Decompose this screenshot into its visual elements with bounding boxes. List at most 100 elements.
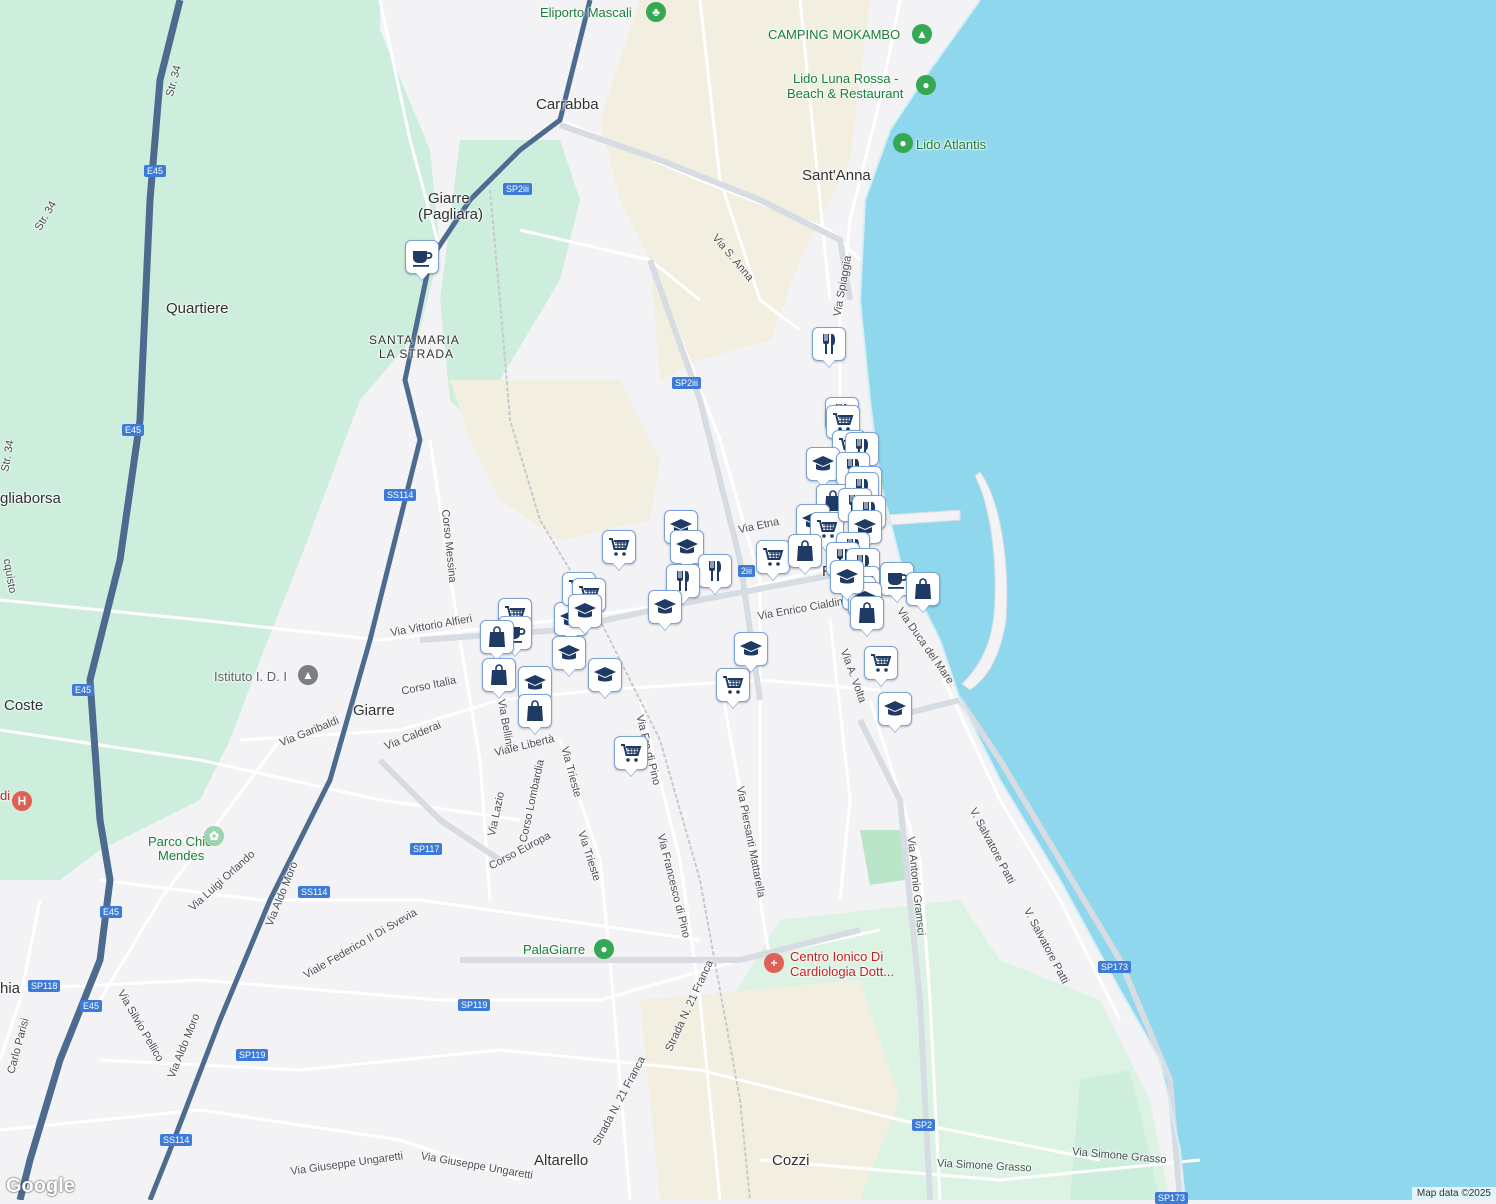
- restaurant-marker[interactable]: [812, 327, 846, 361]
- grocery-icon: [871, 654, 892, 672]
- school-icon: [676, 539, 698, 554]
- restaurant-icon: [709, 561, 721, 581]
- park-icon[interactable]: ✿: [204, 826, 224, 846]
- road-shield: SP173: [1098, 961, 1132, 973]
- poi-label[interactable]: Eliporto Mascali: [540, 5, 632, 20]
- shopping-marker[interactable]: [482, 658, 516, 692]
- tree-icon[interactable]: ♣: [646, 2, 666, 22]
- shopping-icon: [527, 700, 543, 721]
- grocery-marker[interactable]: [864, 646, 898, 680]
- school-marker[interactable]: [734, 632, 768, 666]
- grocery-marker[interactable]: [602, 530, 636, 564]
- shopping-icon: [859, 602, 875, 623]
- road-shield: 2iii: [738, 565, 756, 577]
- school-marker[interactable]: [588, 658, 622, 692]
- town-label: Coste: [4, 697, 44, 714]
- road-shield: SP119: [236, 1049, 269, 1061]
- road-shield: SP118: [28, 980, 61, 992]
- shopping-marker[interactable]: [480, 620, 514, 654]
- school-icon: [524, 675, 546, 690]
- school-marker[interactable]: [648, 590, 682, 624]
- school-icon: [812, 456, 834, 471]
- map-attribution[interactable]: Map data ©2025: [1411, 1187, 1496, 1200]
- town-label: (Pagliara): [418, 206, 484, 223]
- shopping-icon: [491, 664, 507, 685]
- poi-label[interactable]: Cardiologia Dott...: [790, 964, 894, 979]
- restaurant-marker[interactable]: [698, 554, 732, 588]
- school-marker[interactable]: [552, 636, 586, 670]
- school-icon: [884, 701, 906, 716]
- poi-label[interactable]: Istituto I. D. I: [214, 669, 287, 684]
- town-label: LA STRADA: [379, 347, 455, 361]
- grocery-icon: [609, 538, 630, 556]
- grocery-icon: [723, 676, 744, 694]
- school-icon: [654, 599, 676, 614]
- road-shield: E45: [100, 906, 123, 918]
- town-label: SANTA MARIA: [369, 333, 460, 347]
- poi-label[interactable]: Beach & Restaurant: [787, 86, 903, 101]
- stadium-icon[interactable]: ●: [594, 939, 614, 959]
- cafe-icon: [413, 251, 433, 267]
- town-label: hia: [0, 980, 21, 997]
- road-shield: E45: [122, 424, 145, 436]
- grocery-marker[interactable]: [614, 736, 648, 770]
- poi-label[interactable]: Mendes: [158, 848, 204, 863]
- poi-label[interactable]: Lido Luna Rossa -: [793, 71, 899, 86]
- road-shield: SP173: [1155, 1192, 1189, 1204]
- poi-label[interactable]: CAMPING MOKAMBO: [768, 27, 900, 42]
- school-marker[interactable]: [806, 447, 840, 481]
- poi-label[interactable]: di: [0, 788, 10, 803]
- beach-icon[interactable]: ●: [893, 133, 913, 153]
- shopping-marker[interactable]: [906, 572, 940, 606]
- campsite-icon[interactable]: ▲: [912, 24, 932, 44]
- beach-icon[interactable]: ●: [916, 75, 936, 95]
- grocery-marker[interactable]: [716, 668, 750, 702]
- school-icon: [574, 603, 596, 618]
- town-label: Giarre: [353, 702, 395, 719]
- road-shield: E45: [144, 165, 167, 177]
- town-label: gliaborsa: [0, 490, 61, 507]
- road-shield: SP117: [410, 843, 443, 855]
- shopping-icon: [915, 578, 931, 599]
- road-shield: E45: [80, 1000, 103, 1012]
- poi-label[interactable]: Centro Ionico Di: [790, 949, 883, 964]
- town-label: Altarello: [534, 1152, 589, 1169]
- google-logo: Google: [6, 1175, 75, 1197]
- cafe-marker[interactable]: [405, 240, 439, 274]
- restaurant-icon: [823, 334, 835, 354]
- town-label: Cozzi: [772, 1152, 810, 1169]
- map-canvas[interactable]: [0, 0, 1496, 1200]
- school-marker[interactable]: [878, 692, 912, 726]
- school-marker[interactable]: [830, 560, 864, 594]
- road-shield: SS114: [160, 1134, 193, 1146]
- road-shield: SS114: [384, 489, 417, 501]
- shopping-marker[interactable]: [850, 596, 884, 630]
- road-shield: SP2iii: [503, 183, 533, 195]
- school-marker[interactable]: [568, 594, 602, 628]
- school-icon: [740, 641, 762, 656]
- road-shield: SP2iii: [672, 377, 702, 389]
- grocery-icon: [763, 548, 784, 566]
- road-shield: E45: [72, 684, 95, 696]
- town-label: Carrabba: [536, 96, 599, 113]
- town-label: Sant'Anna: [802, 167, 871, 184]
- school-icon: [558, 645, 580, 660]
- school-icon[interactable]: ▲: [298, 665, 318, 685]
- shopping-marker[interactable]: [518, 694, 552, 728]
- road-shield: SP119: [458, 999, 491, 1011]
- school-icon: [836, 569, 858, 584]
- town-label: Quartiere: [166, 300, 229, 317]
- shopping-marker[interactable]: [788, 534, 822, 568]
- shopping-icon: [489, 626, 505, 647]
- road-shield: SP2: [912, 1119, 936, 1131]
- school-icon: [594, 667, 616, 682]
- shopping-icon: [797, 540, 813, 561]
- poi-label[interactable]: PalaGiarre: [523, 942, 585, 957]
- poi-label[interactable]: Lido Atlantis: [916, 137, 986, 152]
- hospital-icon[interactable]: +: [764, 953, 784, 973]
- hospital-icon[interactable]: H: [12, 791, 32, 811]
- grocery-marker[interactable]: [756, 540, 790, 574]
- town-label: Giarre: [428, 190, 470, 207]
- road-shield: SS114: [298, 886, 331, 898]
- grocery-icon: [621, 744, 642, 762]
